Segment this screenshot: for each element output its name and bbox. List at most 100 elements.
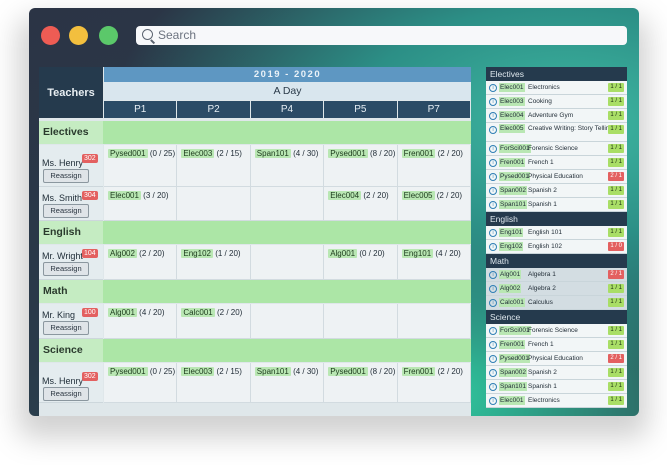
course-entry[interactable]: Elec003 (2 / 15)	[181, 149, 242, 158]
info-icon[interactable]: i	[489, 369, 497, 377]
info-icon[interactable]: i	[489, 341, 497, 349]
period-cell[interactable]	[250, 304, 325, 339]
period-cell[interactable]: Calc001 (2 / 20)	[177, 304, 251, 339]
info-icon[interactable]: i	[489, 112, 497, 120]
course-entry[interactable]: Pysed001 (8 / 20)	[328, 149, 395, 158]
course-entry[interactable]: Elec004 (2 / 20)	[328, 191, 389, 200]
panel-course-item[interactable]: i Elec005 Creative Writing: Story Telling 1…	[486, 123, 627, 142]
period-cell[interactable]	[250, 187, 325, 221]
info-icon[interactable]: i	[489, 355, 497, 363]
period-cell[interactable]	[250, 245, 325, 280]
period-cell[interactable]	[177, 187, 251, 221]
panel-course-item[interactable]: i Fren001 French 1 1 / 1	[486, 338, 627, 352]
course-entry[interactable]: Alg001 (4 / 20)	[108, 308, 165, 317]
panel-course-item[interactable]: i Eng101 English 101 1 / 1	[486, 226, 627, 240]
course-entry[interactable]: Eng102 (1 / 20)	[181, 249, 241, 258]
panel-course-item[interactable]: i Elec001 Electronics 1 / 1	[486, 81, 627, 95]
reassign-button[interactable]: Reassign	[43, 262, 89, 276]
close-window-button[interactable]	[41, 26, 60, 45]
reassign-button[interactable]: Reassign	[43, 387, 89, 401]
search-input[interactable]: Search	[136, 26, 627, 45]
info-icon[interactable]: i	[489, 383, 497, 391]
section-ratio-badge: 1 / 1	[608, 396, 624, 405]
panel-course-item[interactable]: i Alg002 Algebra 2 1 / 1	[486, 282, 627, 296]
period-cell[interactable]: Alg001 (4 / 20)	[104, 304, 178, 339]
panel-course-item[interactable]: i Span101 Spanish 1 1 / 1	[486, 380, 627, 394]
reassign-button[interactable]: Reassign	[43, 169, 89, 183]
period-cell[interactable]: Pysed001 (0 / 25)	[104, 363, 178, 403]
panel-course-item[interactable]: i Span002 Spanish 2 1 / 1	[486, 184, 627, 198]
panel-course-item[interactable]: i Elec003 Cooking 1 / 1	[486, 95, 627, 109]
course-code: Elec001	[499, 83, 525, 92]
panel-course-item[interactable]: i Eng102 English 102 1 / 0	[486, 240, 627, 254]
period-cell[interactable]: Pysed001 (8 / 20)	[324, 363, 398, 403]
course-entry[interactable]: Fren001 (2 / 20)	[401, 367, 463, 376]
info-icon[interactable]: i	[489, 187, 497, 195]
course-code: Calc001	[181, 308, 215, 317]
period-cell[interactable]: Alg002 (2 / 20)	[104, 245, 178, 280]
period-cell[interactable]: Fren001 (2 / 20)	[397, 145, 471, 187]
period-cell[interactable]: Fren001 (2 / 20)	[397, 363, 471, 403]
course-code: Elec003	[499, 97, 525, 106]
reassign-button[interactable]: Reassign	[43, 321, 89, 335]
course-entry[interactable]: Elec005 (2 / 20)	[401, 191, 462, 200]
info-icon[interactable]: i	[489, 299, 497, 307]
info-icon[interactable]: i	[489, 397, 497, 405]
info-icon[interactable]: i	[489, 84, 497, 92]
panel-course-item[interactable]: i Calc001 Calculus 1 / 1	[486, 296, 627, 310]
panel-course-item[interactable]: i Elec001 Electronics 1 / 1	[486, 394, 627, 408]
period-cell[interactable]	[397, 304, 471, 339]
info-icon[interactable]: i	[489, 243, 497, 251]
panel-course-item[interactable]: i Span101 Spanish 1 1 / 1	[486, 198, 627, 212]
minimize-window-button[interactable]	[69, 26, 88, 45]
info-icon[interactable]: i	[489, 159, 497, 167]
info-icon[interactable]: i	[489, 285, 497, 293]
period-cell[interactable]: Eng102 (1 / 20)	[177, 245, 251, 280]
course-entry[interactable]: Pysed001 (0 / 25)	[108, 367, 175, 376]
maximize-window-button[interactable]	[99, 26, 118, 45]
panel-course-item[interactable]: i ForSci001 Forensic Science 1 / 1	[486, 324, 627, 338]
info-icon[interactable]: i	[489, 145, 497, 153]
course-entry[interactable]: Pysed001 (0 / 25)	[108, 149, 175, 158]
period-cell[interactable]: Pysed001 (8 / 20)	[324, 145, 398, 187]
panel-course-item[interactable]: i Span002 Spanish 2 1 / 1	[486, 366, 627, 380]
panel-course-item[interactable]: i Pysed001 Physical Education 2 / 1	[486, 352, 627, 366]
period-cell[interactable]: Span101 (4 / 30)	[250, 145, 325, 187]
info-icon[interactable]: i	[489, 229, 497, 237]
info-icon[interactable]: i	[489, 201, 497, 209]
period-cell[interactable]: Eng101 (4 / 20)	[397, 245, 471, 280]
course-entry[interactable]: Elec001 (3 / 20)	[108, 191, 169, 200]
period-cell[interactable]: Elec003 (2 / 15)	[177, 145, 251, 187]
course-entry[interactable]: Span101 (4 / 30)	[254, 149, 318, 158]
panel-course-item[interactable]: i Pysed001 Physical Education 2 / 1	[486, 170, 627, 184]
reassign-button[interactable]: Reassign	[43, 204, 89, 218]
section-ratio-badge: 1 / 1	[608, 97, 624, 106]
course-entry[interactable]: Alg001 (0 / 20)	[328, 249, 385, 258]
info-icon[interactable]: i	[489, 173, 497, 181]
period-cell[interactable]: Elec001 (3 / 20)	[104, 187, 178, 221]
course-entry[interactable]: Elec003 (2 / 15)	[181, 367, 242, 376]
period-cell[interactable]: Alg001 (0 / 20)	[324, 245, 398, 280]
info-icon[interactable]: i	[489, 271, 497, 279]
course-entry[interactable]: Pysed001 (8 / 20)	[328, 367, 395, 376]
period-cell[interactable]: Elec004 (2 / 20)	[324, 187, 398, 221]
period-cell[interactable]: Span101 (4 / 30)	[250, 363, 325, 403]
course-entry[interactable]: Span101 (4 / 30)	[254, 367, 318, 376]
course-entry[interactable]: Alg002 (2 / 20)	[108, 249, 165, 258]
course-entry[interactable]: Fren001 (2 / 20)	[401, 149, 463, 158]
period-cell[interactable]	[324, 304, 398, 339]
info-icon[interactable]: i	[489, 327, 497, 335]
panel-course-item[interactable]: i Elec004 Adventure Gym 1 / 1	[486, 109, 627, 123]
period-cell[interactable]: Elec005 (2 / 20)	[397, 187, 471, 221]
course-entry[interactable]: Calc001 (2 / 20)	[181, 308, 242, 317]
section-header: Math	[39, 280, 471, 303]
panel-course-item[interactable]: i ForSci001 Forensic Science 1 / 1	[486, 142, 627, 156]
period-cell[interactable]: Elec003 (2 / 15)	[177, 363, 251, 403]
course-entry[interactable]: Eng101 (4 / 20)	[401, 249, 461, 258]
info-icon[interactable]: i	[489, 98, 497, 106]
period-cell[interactable]: Pysed001 (0 / 25)	[104, 145, 178, 187]
enrollment-count: (4 / 20)	[435, 249, 461, 258]
panel-course-item[interactable]: i Fren001 French 1 1 / 1	[486, 156, 627, 170]
panel-course-item[interactable]: i Alg001 Algebra 1 2 / 1	[486, 268, 627, 282]
info-icon[interactable]: i	[489, 126, 497, 134]
